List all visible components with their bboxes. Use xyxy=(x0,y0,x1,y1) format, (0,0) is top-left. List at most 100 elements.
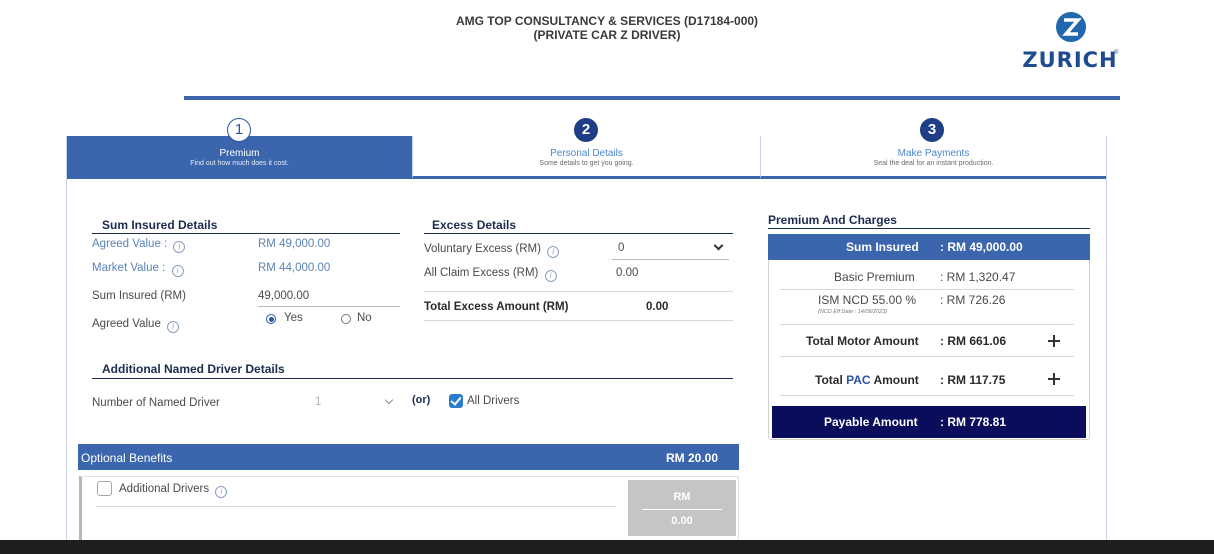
payable-amount-value: : RM 778.81 xyxy=(940,415,1007,429)
total-excess-value: 0.00 xyxy=(646,301,669,313)
total-excess-underline xyxy=(424,320,733,321)
tab-premium-label: Premium xyxy=(219,148,260,159)
zurich-mark-icon xyxy=(1056,12,1086,42)
optional-benefits-title: Optional Benefits xyxy=(81,451,173,465)
zurich-logo: ZURICH ® xyxy=(1020,10,1120,76)
ncd-value: : RM 726.26 xyxy=(940,293,1006,307)
rm-label: RM xyxy=(673,491,691,503)
ncd-eff-date: (NCD Eff Date : 14/09/2023) xyxy=(818,309,888,315)
additional-drivers-checkbox[interactable] xyxy=(97,481,112,496)
agreed-value-no-label: No xyxy=(357,312,372,324)
sum-insured-rule xyxy=(92,233,400,234)
expand-motor-plus-icon[interactable] xyxy=(1048,335,1060,347)
agreed-value-label: Agreed Value : i xyxy=(92,238,186,253)
step-3-number: 3 xyxy=(920,118,944,142)
pc-sum-insured-value: : RM 49,000.00 xyxy=(940,240,1023,254)
market-value-amount: RM 44,000.00 xyxy=(258,262,331,274)
agreed-value-amount: RM 49,000.00 xyxy=(258,238,331,250)
chevron-down-icon xyxy=(713,240,724,251)
total-pac-suffix: Amount xyxy=(870,373,919,387)
total-motor-label: Total Motor Amount xyxy=(806,334,919,348)
total-pac-prefix: Total xyxy=(815,373,847,387)
basic-premium-divider xyxy=(780,289,1074,290)
tab-personal-details-label: Personal Details xyxy=(550,148,623,159)
zurich-logo-text: ZURICH xyxy=(1022,48,1118,72)
step-1-number: 1 xyxy=(227,118,251,142)
number-of-named-driver-value: 1 xyxy=(315,396,322,408)
ncd-label: ISM NCD 55.00 % xyxy=(818,293,917,307)
sum-insured-title: Sum Insured Details xyxy=(102,218,218,232)
agreed-value-yes-label: Yes xyxy=(284,312,303,324)
premium-charges-rule xyxy=(768,228,1090,229)
payable-amount-bar: Payable Amount : RM 778.81 xyxy=(772,406,1086,438)
all-drivers-label: All Drivers xyxy=(467,395,520,407)
voluntary-excess-label-text: Voluntary Excess (RM) xyxy=(424,243,541,255)
voluntary-excess-value: 0 xyxy=(618,242,625,254)
or-label: (or) xyxy=(412,394,431,406)
sum-insured-label: Sum Insured (RM) xyxy=(92,290,186,302)
total-pac-label: Total PAC Amount xyxy=(815,373,919,387)
additional-drivers-label-text: Additional Drivers xyxy=(119,483,210,495)
chevron-down-icon xyxy=(384,395,394,405)
tab-personal-details-sub: Some details to get you going. xyxy=(539,160,634,167)
all-drivers-checkbox[interactable] xyxy=(449,394,463,408)
info-icon[interactable]: i xyxy=(167,321,180,333)
tab-make-payments-label: Make Payments xyxy=(897,148,970,159)
total-motor-divider xyxy=(780,356,1074,357)
info-icon[interactable]: i xyxy=(544,270,557,282)
all-claim-excess-label: All Claim Excess (RM) i xyxy=(424,267,557,282)
info-icon[interactable]: i xyxy=(171,265,184,277)
bottom-overlay-bar xyxy=(0,540,1214,554)
number-of-named-driver-label: Number of Named Driver xyxy=(92,397,220,409)
payable-amount-label: Payable Amount xyxy=(824,415,918,429)
agreed-value-yes-radio[interactable] xyxy=(266,314,276,324)
tab-premium-sub: Find out how much does it cost. xyxy=(190,160,289,167)
additional-drivers-divider xyxy=(96,506,616,507)
optional-benefits-total: RM 20.00 xyxy=(666,451,719,465)
agreed-value-label-text: Agreed Value : xyxy=(92,238,168,250)
sum-insured-input[interactable]: 49,000.00 xyxy=(258,290,309,302)
sum-insured-header: Sum Insured : RM 49,000.00 xyxy=(768,234,1090,260)
voluntary-excess-label: Voluntary Excess (RM) i xyxy=(424,243,560,258)
additional-drivers-amount-box: RM 0.00 xyxy=(628,480,736,536)
total-excess-label: Total Excess Amount (RM) xyxy=(424,301,569,313)
info-icon[interactable]: i xyxy=(547,246,560,258)
total-pac-highlight: PAC xyxy=(846,373,871,387)
info-icon[interactable]: i xyxy=(215,486,228,498)
sum-insured-input-underline xyxy=(258,306,400,307)
voluntary-excess-select[interactable]: 0 xyxy=(612,238,729,260)
agreed-value-question: Agreed Value i xyxy=(92,318,180,333)
rm-box-divider xyxy=(642,509,722,510)
excess-divider xyxy=(424,291,733,292)
number-of-named-driver-select[interactable]: 1 xyxy=(308,392,400,414)
excess-rule xyxy=(424,233,733,234)
market-value-label: Market Value : i xyxy=(92,262,184,277)
tab-make-payments[interactable]: Make Payments Seal the deal for an insta… xyxy=(760,136,1106,179)
ncd-divider xyxy=(780,324,1074,325)
info-icon[interactable]: i xyxy=(173,241,186,253)
named-driver-title: Additional Named Driver Details xyxy=(102,362,285,376)
total-pac-value: : RM 117.75 xyxy=(940,373,1006,387)
registered-mark: ® xyxy=(1114,50,1119,56)
market-value-label-text: Market Value : xyxy=(92,262,166,274)
basic-premium-label: Basic Premium xyxy=(834,270,915,284)
optional-benefits-header: Optional Benefits RM 20.00 xyxy=(78,444,739,470)
all-claim-excess-label-text: All Claim Excess (RM) xyxy=(424,267,539,279)
tab-personal-details[interactable]: Personal Details Some details to get you… xyxy=(412,136,760,179)
agreed-value-question-text: Agreed Value xyxy=(92,318,161,330)
total-pac-divider xyxy=(780,395,1074,396)
named-driver-rule xyxy=(92,378,733,379)
all-claim-excess-value: 0.00 xyxy=(616,267,639,279)
agreed-value-no-radio[interactable] xyxy=(341,314,351,324)
pc-sum-insured-label: Sum Insured xyxy=(846,240,919,254)
premium-charges-title: Premium And Charges xyxy=(768,213,897,227)
tab-make-payments-sub: Seal the deal for an instant production. xyxy=(873,160,994,167)
basic-premium-value: : RM 1,320.47 xyxy=(940,270,1016,284)
expand-pac-plus-icon[interactable] xyxy=(1048,373,1060,385)
step-2-number: 2 xyxy=(574,118,598,142)
tab-premium[interactable]: Premium Find out how much does it cost. xyxy=(67,136,412,179)
header-divider xyxy=(184,96,1120,100)
total-motor-value: : RM 661.06 xyxy=(940,334,1007,348)
excess-title: Excess Details xyxy=(432,218,517,232)
rm-value: 0.00 xyxy=(671,515,693,527)
